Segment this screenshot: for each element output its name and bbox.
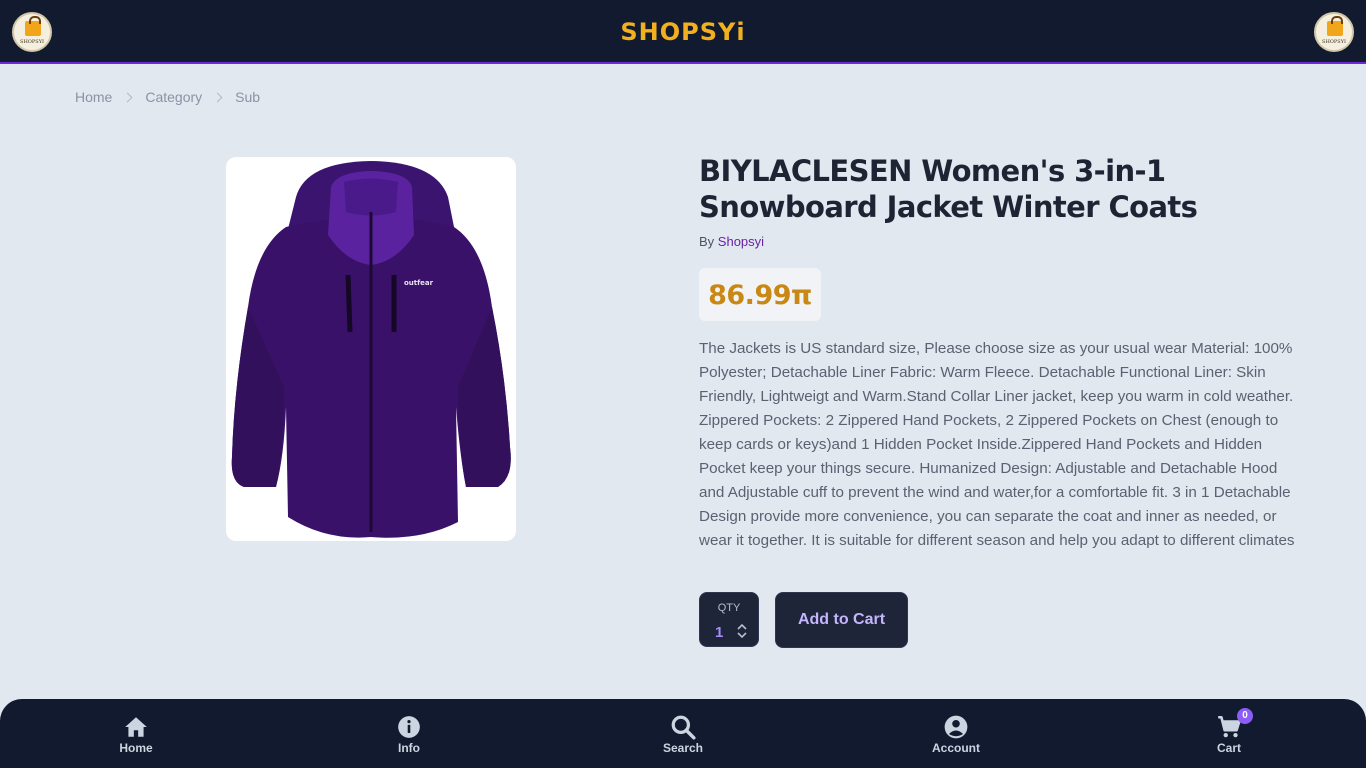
nav-info-label: Info <box>398 741 420 755</box>
nav-cart-label: Cart <box>1216 741 1241 755</box>
jacket-illustration: outfear <box>231 161 511 538</box>
breadcrumb: Home Category Sub <box>75 89 260 105</box>
chevron-right-icon <box>122 92 133 102</box>
product-title: BIYLACLESEN Women's 3-in-1 Snowboard Jac… <box>699 154 1198 224</box>
nav-search-label: Search <box>662 741 704 755</box>
nav-info[interactable]: Info <box>359 714 459 755</box>
by-label: By <box>699 234 715 249</box>
brand-title[interactable]: SHOPSYi <box>0 18 1366 46</box>
logo-right[interactable]: SHOPSYI <box>1314 12 1354 52</box>
add-to-cart-button[interactable]: Add to Cart <box>775 592 908 648</box>
product-image: outfear <box>226 157 516 541</box>
quantity-stepper[interactable]: QTY 1 <box>699 592 759 647</box>
price-box: 86.99π <box>699 268 821 321</box>
breadcrumb-home[interactable]: Home <box>75 89 112 105</box>
qty-label: QTY <box>717 602 741 614</box>
logo-text: SHOPSYI <box>1322 39 1346 45</box>
nav-cart[interactable]: 0 Cart <box>1179 708 1279 755</box>
updown-chevron-icon[interactable] <box>735 621 749 641</box>
product-description: The Jackets is US standard size, Please … <box>699 340 1295 549</box>
nav-search[interactable]: Search <box>633 714 733 755</box>
chevron-right-icon <box>212 92 223 102</box>
top-bar: SHOPSYI SHOPSYi SHOPSYI <box>0 0 1366 64</box>
shopping-bag-icon <box>1327 16 1343 36</box>
jacket-brand-mark: outfear <box>404 279 434 287</box>
nav-account-label: Account <box>932 741 980 755</box>
cart-count-badge: 0 <box>1237 708 1253 724</box>
bottom-nav: Home Info Search Account 0 Cart <box>0 699 1366 768</box>
seller-byline: By Shopsyi <box>699 234 764 249</box>
nav-home-label: Home <box>119 741 153 755</box>
account-icon <box>944 715 968 739</box>
info-icon <box>398 716 420 738</box>
breadcrumb-category[interactable]: Category <box>145 89 202 105</box>
nav-account[interactable]: Account <box>906 714 1006 755</box>
seller-link[interactable]: Shopsyi <box>718 234 764 249</box>
product-price: 86.99π <box>708 280 812 311</box>
home-icon <box>125 717 147 737</box>
breadcrumb-sub[interactable]: Sub <box>235 89 260 105</box>
search-icon <box>671 715 696 740</box>
qty-value[interactable]: 1 <box>715 624 723 641</box>
nav-home[interactable]: Home <box>86 714 186 755</box>
